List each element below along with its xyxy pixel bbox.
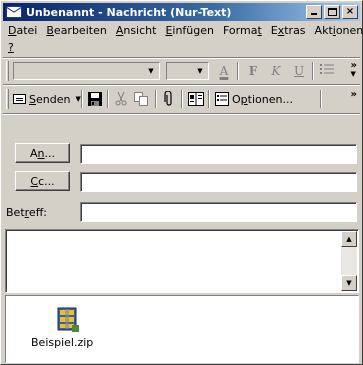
toolbar-more-button[interactable]: » ▼ [351, 61, 357, 79]
close-button[interactable]: × [342, 5, 358, 19]
format-toolbar: ▼ ▼ A F K U » ▼ [3, 59, 360, 83]
to-input[interactable] [80, 144, 357, 164]
chevron-down-icon: ▼ [197, 67, 203, 75]
address-book-button[interactable] [188, 91, 204, 107]
cut-button[interactable] [113, 91, 129, 107]
window-controls: × [304, 5, 358, 19]
title-bar[interactable]: Unbenannt - Nachricht (Nur-Text) × [3, 3, 360, 21]
toolbar-separator [320, 90, 322, 108]
close-icon: × [345, 6, 355, 17]
toolbar-grip[interactable] [6, 61, 9, 81]
to-row: An... [15, 143, 70, 163]
cc-row: Cc... [15, 171, 70, 191]
send-icon [13, 94, 26, 104]
bullets-button[interactable] [317, 62, 337, 80]
menu-datei[interactable]: Datei [8, 24, 37, 37]
save-icon [88, 92, 102, 106]
minimize-icon [311, 13, 317, 15]
list-icon [320, 64, 334, 74]
window-title: Unbenannt - Nachricht (Nur-Text) [26, 5, 232, 19]
menu-bar: Datei Bearbeiten Ansicht Einfügen Format… [3, 22, 363, 56]
toolbar-separator [155, 90, 157, 108]
copy-icon [134, 92, 148, 106]
cut-icon [115, 92, 127, 106]
toolbar-separator [107, 90, 109, 108]
attachment-filename[interactable]: Beispiel.zip [31, 336, 93, 349]
toolbar-separator [208, 90, 210, 108]
cc-button[interactable]: Cc... [15, 171, 70, 191]
address-book-icon [188, 92, 204, 106]
options-icon [215, 92, 229, 106]
italic-button[interactable]: K [266, 62, 286, 80]
to-button[interactable]: An... [15, 143, 70, 163]
subject-input[interactable] [80, 202, 357, 222]
toolbar-separator [81, 90, 83, 108]
chevron-up-icon: ▲ [346, 235, 352, 243]
scroll-up-button[interactable]: ▲ [341, 231, 357, 247]
subject-label: Betreff: [6, 206, 47, 219]
menu-format[interactable]: Format [223, 24, 262, 37]
menu-ansicht[interactable]: Ansicht [116, 24, 157, 37]
chevron-down-icon: ▼ [346, 279, 352, 287]
options-button[interactable]: Op tionen... [215, 90, 293, 108]
scroll-down-button[interactable]: ▼ [341, 275, 357, 291]
save-button[interactable] [87, 91, 103, 107]
vertical-scrollbar[interactable]: ▲ ▼ [341, 231, 357, 291]
toolbar-grip[interactable] [6, 89, 9, 109]
copy-button[interactable] [133, 91, 149, 107]
menu-bearbeiten[interactable]: Bearbeiten [46, 24, 106, 37]
underline-button[interactable]: U [289, 62, 309, 80]
toolbar-separator [312, 62, 314, 80]
zip-file-icon[interactable] [55, 306, 81, 334]
font-color-button[interactable]: A [214, 62, 234, 80]
toolbar-divider [3, 113, 360, 115]
toolbar-separator [237, 62, 239, 80]
menu-einfuegen[interactable]: Einfügen [165, 24, 214, 37]
maximize-button[interactable] [324, 5, 340, 19]
bold-button[interactable]: F [243, 62, 263, 80]
message-window: Unbenannt - Nachricht (Nur-Text) × Datei… [0, 0, 363, 365]
cc-input[interactable] [80, 172, 357, 192]
standard-toolbar: Senden ▼ O p tionen... » [3, 86, 360, 112]
font-select[interactable]: ▼ [13, 62, 160, 80]
message-body[interactable]: ▲ ▼ [5, 229, 359, 293]
attach-button[interactable] [161, 91, 177, 107]
toolbar-more-button[interactable]: » [351, 90, 357, 100]
chevron-down-icon: ▼ [148, 67, 154, 75]
paperclip-icon [164, 91, 172, 106]
send-button[interactable]: Senden ▼ [13, 90, 81, 108]
menu-extras[interactable]: Extras [271, 24, 306, 37]
maximize-icon [328, 8, 337, 16]
attachments-pane: Beispiel.zip [5, 295, 359, 363]
menu-aktionen[interactable]: Aktionen [315, 24, 363, 37]
envelope-icon [6, 6, 22, 18]
font-size-select[interactable]: ▼ [166, 62, 209, 80]
menu-help[interactable]: ? [8, 41, 14, 54]
toolbar-separator [181, 90, 183, 108]
minimize-button[interactable] [306, 5, 322, 19]
